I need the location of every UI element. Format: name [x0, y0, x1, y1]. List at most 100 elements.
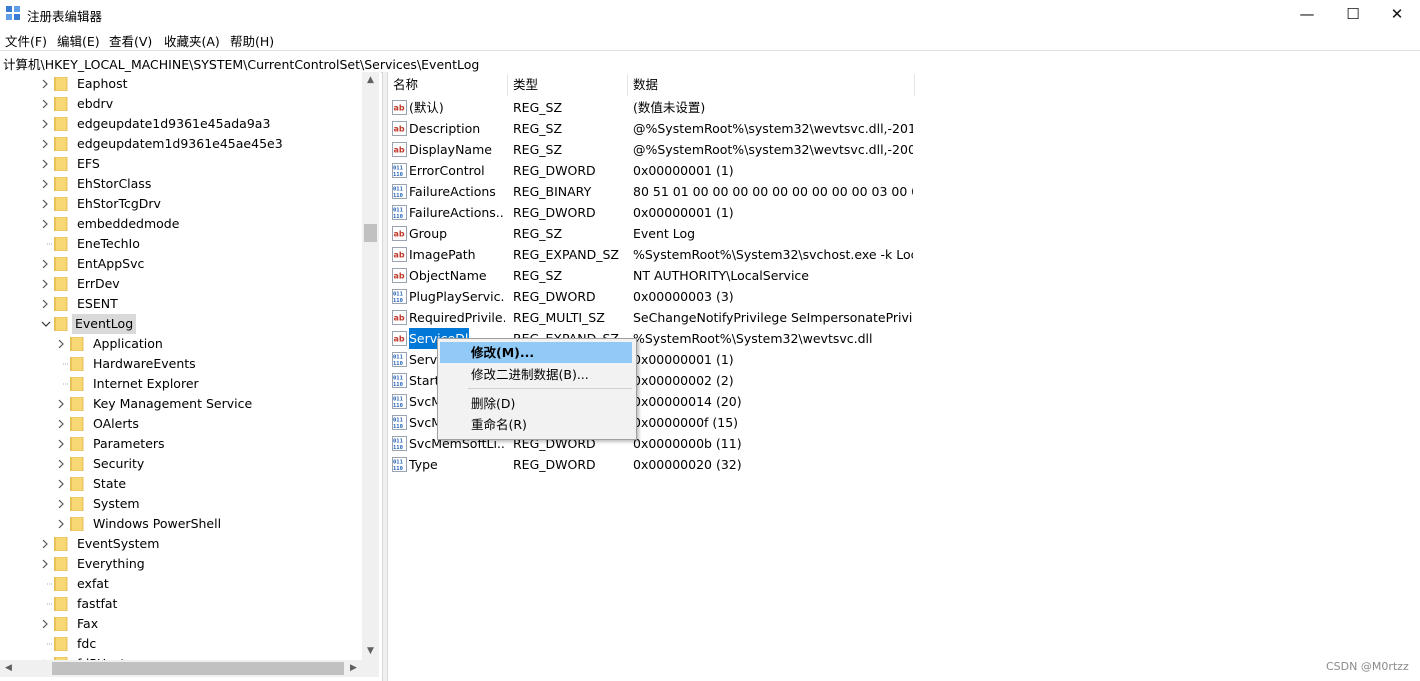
- scroll-up-icon[interactable]: ▲: [362, 72, 379, 89]
- menu-file[interactable]: 文件(F): [5, 31, 47, 50]
- key-tree-pane[interactable]: Eaphost ebdrv edgeupdate1d9361e45ada9a3 edg…: [0, 72, 381, 681]
- value-row[interactable]: ab Description REG_SZ @%SystemRoot%\system3…: [388, 118, 1420, 139]
- maximize-button[interactable]: ☐: [1330, 0, 1376, 28]
- tree-item[interactable]: Windows PowerShell: [56, 514, 340, 534]
- tree-item[interactable]: Parameters: [56, 434, 340, 454]
- menu-edit[interactable]: 编辑(E): [57, 31, 100, 50]
- tree-horizontal-scrollbar[interactable]: ◀ ▶: [0, 660, 379, 677]
- tree-item[interactable]: edgeupdatem1d9361e45ae45e3: [40, 134, 340, 154]
- chevron-right-icon[interactable]: [40, 254, 52, 274]
- tree-vertical-scrollbar[interactable]: ▲ ▼: [362, 72, 379, 660]
- chevron-right-icon[interactable]: [56, 414, 68, 434]
- tree-item-label: Eaphost: [77, 76, 128, 91]
- tree-item[interactable]: fastfat: [40, 594, 340, 614]
- address-bar[interactable]: 计算机\HKEY_LOCAL_MACHINE\SYSTEM\CurrentCon…: [0, 50, 1420, 73]
- hscroll-thumb[interactable]: [52, 662, 344, 675]
- chevron-right-icon[interactable]: [56, 394, 68, 414]
- chevron-right-icon[interactable]: [40, 614, 52, 634]
- chevron-right-icon[interactable]: [40, 294, 52, 314]
- tree-item[interactable]: ErrDev: [40, 274, 340, 294]
- tree-item[interactable]: Internet Explorer: [56, 374, 340, 394]
- chevron-right-icon[interactable]: [56, 494, 68, 514]
- menu-favorites[interactable]: 收藏夹(A): [164, 31, 220, 50]
- address-path[interactable]: 计算机\HKEY_LOCAL_MACHINE\SYSTEM\CurrentCon…: [3, 54, 479, 73]
- value-row[interactable]: ab (默认) REG_SZ (数值未设置): [388, 97, 1420, 118]
- chevron-right-icon[interactable]: [40, 554, 52, 574]
- column-header-type[interactable]: 类型: [508, 74, 628, 96]
- tree-item[interactable]: embeddedmode: [40, 214, 340, 234]
- column-header-name[interactable]: 名称: [388, 74, 508, 96]
- tree-item[interactable]: EhStorClass: [40, 174, 340, 194]
- value-row[interactable]: 011 110 PlugPlayServic... REG_DWORD 0x000000…: [388, 286, 1420, 307]
- tree-item[interactable]: EntAppSvc: [40, 254, 340, 274]
- tree-item-label: Key Management Service: [93, 396, 253, 411]
- svg-text:110: 110: [393, 193, 403, 199]
- tree-item[interactable]: Application: [56, 334, 340, 354]
- menu-help[interactable]: 帮助(H): [230, 31, 274, 50]
- tree-item[interactable]: EFS: [40, 154, 340, 174]
- tree-item[interactable]: EventSystem: [40, 534, 340, 554]
- svg-text:110: 110: [393, 403, 403, 409]
- chevron-right-icon[interactable]: [56, 514, 68, 534]
- chevron-right-icon[interactable]: [40, 174, 52, 194]
- scroll-left-icon[interactable]: ◀: [0, 660, 17, 677]
- tree-item[interactable]: Eaphost: [40, 74, 340, 94]
- scroll-thumb[interactable]: [364, 224, 377, 242]
- tree-item[interactable]: ebdrv: [40, 94, 340, 114]
- value-row[interactable]: 011 110 ErrorControl REG_DWORD 0x00000001 (1…: [388, 160, 1420, 181]
- chevron-right-icon[interactable]: [40, 194, 52, 214]
- tree-item[interactable]: ESENT: [40, 294, 340, 314]
- chevron-right-icon[interactable]: [56, 454, 68, 474]
- context-rename[interactable]: 重命名(R): [440, 414, 632, 435]
- tree-item[interactable]: EventLog: [40, 314, 340, 334]
- chevron-right-icon[interactable]: [40, 134, 52, 154]
- chevron-right-icon[interactable]: [40, 534, 52, 554]
- scroll-down-icon[interactable]: ▼: [362, 643, 379, 660]
- value-row[interactable]: 011 110 FailureActions REG_BINARY 80 51 01 0…: [388, 181, 1420, 202]
- tree-item[interactable]: EneTechIo: [40, 234, 340, 254]
- tree-item[interactable]: OAlerts: [56, 414, 340, 434]
- tree-item[interactable]: fdc: [40, 634, 340, 654]
- tree-item[interactable]: State: [56, 474, 340, 494]
- tree-connector-icon: [47, 643, 52, 645]
- tree-item[interactable]: HardwareEvents: [56, 354, 340, 374]
- value-row[interactable]: 011 110 Type REG_DWORD 0x00000020 (32): [388, 454, 1420, 475]
- chevron-right-icon[interactable]: [40, 74, 52, 94]
- value-row[interactable]: 011 110 FailureActions... REG_DWORD 0x000000…: [388, 202, 1420, 223]
- value-row[interactable]: ab DisplayName REG_SZ @%SystemRoot%\system3…: [388, 139, 1420, 160]
- tree-item[interactable]: Everything: [40, 554, 340, 574]
- tree-item[interactable]: EhStorTcgDrv: [40, 194, 340, 214]
- chevron-right-icon[interactable]: [40, 214, 52, 234]
- chevron-right-icon[interactable]: [56, 434, 68, 454]
- close-button[interactable]: ✕: [1374, 0, 1420, 28]
- menu-view[interactable]: 查看(V): [109, 31, 152, 50]
- minimize-button[interactable]: —: [1284, 0, 1330, 28]
- context-modify-binary[interactable]: 修改二进制数据(B)...: [440, 364, 632, 385]
- tree-item[interactable]: Key Management Service: [56, 394, 340, 414]
- tree-item[interactable]: exfat: [40, 574, 340, 594]
- chevron-right-icon[interactable]: [56, 334, 68, 354]
- tree-item[interactable]: System: [56, 494, 340, 514]
- svg-text:011: 011: [393, 208, 404, 214]
- value-row[interactable]: ab Group REG_SZ Event Log: [388, 223, 1420, 244]
- value-data: %SystemRoot%\System32\svchost.exe -k Loc…: [633, 247, 913, 262]
- folder-icon: [54, 197, 68, 211]
- value-row[interactable]: ab ObjectName REG_SZ NT AUTHORITY\LocalServ…: [388, 265, 1420, 286]
- binary-value-icon: 011110: [392, 415, 407, 430]
- value-row[interactable]: ab RequiredPrivile... REG_MULTI_SZ SeChange…: [388, 307, 1420, 328]
- chevron-right-icon[interactable]: [40, 114, 52, 134]
- context-delete[interactable]: 删除(D): [440, 393, 632, 414]
- chevron-down-icon[interactable]: [40, 314, 52, 334]
- tree-item[interactable]: Security: [56, 454, 340, 474]
- tree-item[interactable]: Fax: [40, 614, 340, 634]
- column-header-data[interactable]: 数据: [628, 74, 915, 96]
- context-modify[interactable]: 修改(M)...: [440, 342, 632, 363]
- value-row[interactable]: ab ImagePath REG_EXPAND_SZ %SystemRoot%\Sys…: [388, 244, 1420, 265]
- chevron-right-icon[interactable]: [40, 274, 52, 294]
- chevron-right-icon[interactable]: [40, 154, 52, 174]
- folder-icon: [54, 117, 68, 131]
- chevron-right-icon[interactable]: [56, 474, 68, 494]
- tree-item[interactable]: edgeupdate1d9361e45ada9a3: [40, 114, 340, 134]
- scroll-right-icon[interactable]: ▶: [345, 660, 362, 677]
- chevron-right-icon[interactable]: [40, 94, 52, 114]
